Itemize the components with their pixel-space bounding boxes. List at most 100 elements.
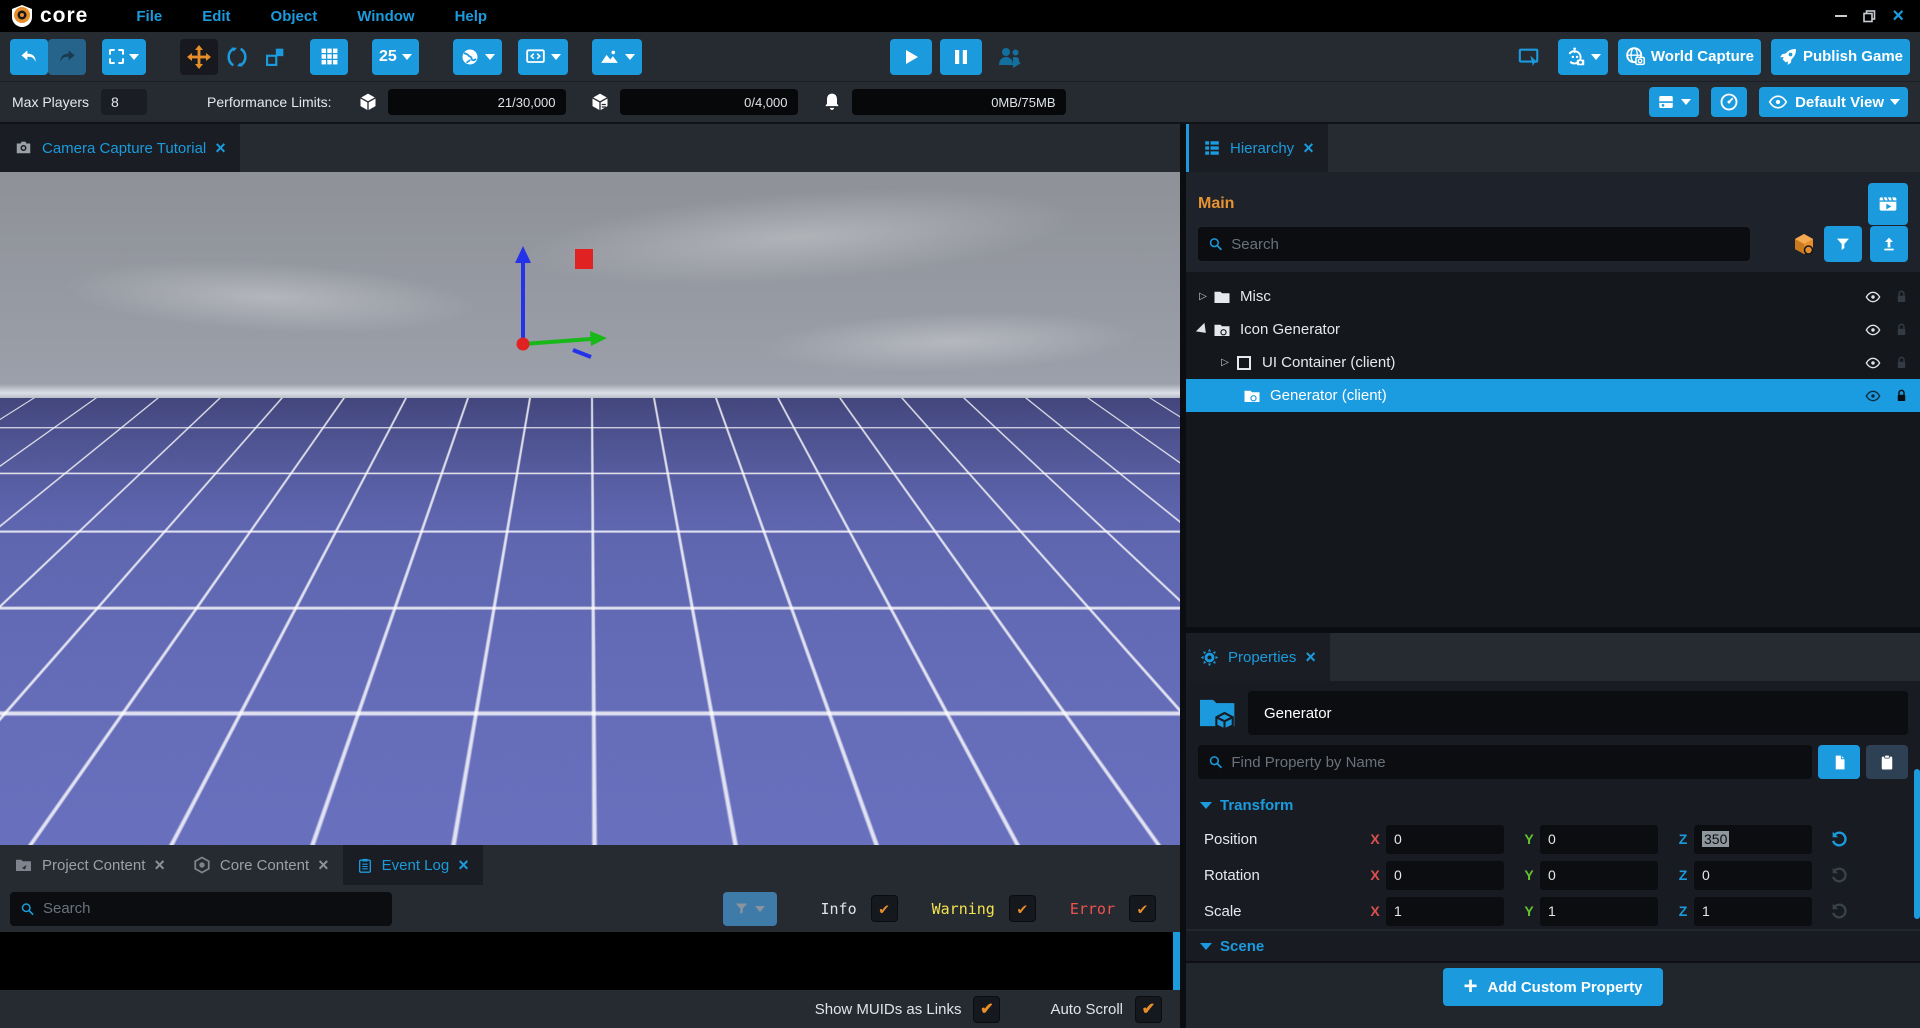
tab-hierarchy[interactable]: Hierarchy × [1189, 124, 1328, 172]
world-capture-button[interactable]: World Capture [1618, 39, 1761, 75]
transform-gizmo[interactable] [455, 232, 675, 372]
screen-share-button[interactable] [1510, 39, 1548, 75]
selected-object-marker[interactable] [575, 249, 593, 269]
gizmo-y-axis[interactable] [573, 350, 591, 357]
rotate-tool-button[interactable] [218, 39, 256, 75]
menu-object[interactable]: Object [271, 8, 318, 25]
position-z-field[interactable]: 350 [1694, 825, 1812, 854]
show-muids-checkbox[interactable]: ✔ [973, 996, 1000, 1023]
tree-item-misc[interactable]: ▷ Misc [1186, 280, 1920, 313]
menu-window[interactable]: Window [357, 8, 414, 25]
hierarchy-filter-button[interactable] [1824, 226, 1862, 262]
paste-properties-button[interactable] [1866, 745, 1908, 779]
rotation-x-field[interactable]: 0 [1386, 861, 1504, 890]
multiplayer-preview-button[interactable] [990, 39, 1030, 75]
position-y-field[interactable]: 0 [1540, 825, 1658, 854]
filter-warning-checkbox[interactable]: ✔ [1009, 895, 1036, 922]
move-tool-button[interactable] [180, 39, 218, 75]
reset-rotation-button[interactable] [1826, 866, 1852, 884]
tree-item-icon-generator[interactable]: Icon Generator [1186, 313, 1920, 346]
viewport-3d[interactable] [0, 172, 1180, 845]
rotation-y-field[interactable]: 0 [1540, 861, 1658, 890]
tab-project-content[interactable]: Project Content × [0, 845, 179, 885]
scale-z-field[interactable]: 1 [1694, 897, 1812, 926]
close-tab-icon[interactable]: × [318, 855, 329, 876]
log-scrollbar[interactable] [1173, 932, 1180, 990]
camera-capture-dropdown[interactable] [1558, 39, 1608, 75]
hierarchy-search-input[interactable] [1231, 236, 1740, 253]
networked-cube-icon[interactable] [1792, 232, 1816, 256]
add-custom-property-button[interactable]: + Add Custom Property [1443, 968, 1662, 1006]
event-log-search-input[interactable] [43, 900, 382, 917]
tab-properties[interactable]: Properties × [1186, 633, 1330, 681]
scale-y-field[interactable]: 1 [1540, 897, 1658, 926]
lock-icon[interactable] [1888, 322, 1914, 338]
tree-item-generator-selected[interactable]: Generator (client) [1186, 379, 1920, 412]
lock-icon[interactable] [1888, 355, 1914, 371]
minimize-icon[interactable] [1835, 15, 1847, 17]
visibility-eye-icon[interactable] [1858, 289, 1888, 305]
filter-error-checkbox[interactable]: ✔ [1129, 895, 1156, 922]
redo-button[interactable] [48, 39, 86, 75]
find-property-search[interactable] [1198, 745, 1812, 779]
close-tab-icon[interactable]: × [458, 855, 469, 876]
expand-collapsed-icon[interactable]: ▷ [1218, 357, 1232, 368]
scale-x-field[interactable]: 1 [1386, 897, 1504, 926]
play-button[interactable] [890, 39, 932, 75]
copy-properties-button[interactable] [1818, 745, 1860, 779]
gizmo-origin[interactable] [517, 338, 530, 351]
pause-button[interactable] [940, 39, 982, 75]
visibility-eye-icon[interactable] [1858, 322, 1888, 338]
terrain-dropdown[interactable] [592, 39, 642, 75]
restore-icon[interactable] [1863, 10, 1876, 23]
save-dropdown[interactable] [1649, 87, 1699, 117]
close-tab-icon[interactable]: × [1303, 138, 1314, 159]
snap-mode-dropdown[interactable] [102, 39, 146, 75]
scale-tool-button[interactable] [256, 39, 294, 75]
properties-scrollbar[interactable] [1914, 769, 1920, 919]
auto-scroll-checkbox[interactable]: ✔ [1135, 996, 1162, 1023]
log-filter-dropdown[interactable] [723, 892, 777, 926]
visibility-eye-icon[interactable] [1858, 355, 1888, 371]
tab-core-content[interactable]: Core Content × [179, 845, 343, 885]
grid-size-dropdown[interactable]: 25 [372, 39, 419, 75]
event-log-search[interactable] [10, 892, 392, 926]
performance-gauge-button[interactable] [1711, 87, 1747, 117]
tree-item-ui-container[interactable]: ▷ UI Container (client) [1186, 346, 1920, 379]
position-x-field[interactable]: 0 [1386, 825, 1504, 854]
filter-info-checkbox[interactable]: ✔ [871, 895, 898, 922]
reset-position-button[interactable] [1826, 830, 1852, 848]
visibility-eye-icon[interactable] [1858, 388, 1888, 404]
find-property-input[interactable] [1231, 754, 1802, 771]
max-players-field[interactable]: 8 [101, 89, 147, 115]
close-tab-icon[interactable]: × [1305, 647, 1316, 668]
event-log-output[interactable] [0, 932, 1180, 990]
menu-help[interactable]: Help [455, 8, 488, 25]
object-name-field[interactable]: Generator [1248, 691, 1908, 735]
expand-expanded-icon[interactable] [1196, 326, 1210, 334]
menu-edit[interactable]: Edit [202, 8, 230, 25]
grid-snap-button[interactable] [310, 39, 348, 75]
lock-icon[interactable] [1888, 289, 1914, 305]
publish-game-button[interactable]: Publish Game [1771, 39, 1910, 75]
default-view-dropdown[interactable]: Default View [1759, 87, 1908, 117]
hierarchy-collapse-button[interactable] [1870, 226, 1908, 262]
lock-icon[interactable] [1888, 388, 1914, 404]
close-tab-icon[interactable]: × [154, 855, 165, 876]
scene-section-header[interactable]: Scene [1186, 929, 1920, 963]
tab-camera-capture-tutorial[interactable]: Camera Capture Tutorial × [0, 124, 240, 172]
reset-scale-button[interactable] [1826, 902, 1852, 920]
screen-mode-dropdown[interactable] [518, 39, 568, 75]
scene-capture-button[interactable] [1868, 183, 1908, 225]
close-tab-icon[interactable]: × [215, 138, 226, 159]
rotation-z-field[interactable]: 0 [1694, 861, 1812, 890]
menu-file[interactable]: File [136, 8, 162, 25]
tab-event-log[interactable]: Event Log × [343, 845, 483, 885]
undo-button[interactable] [10, 39, 48, 75]
gizmo-x-axis[interactable] [523, 339, 591, 344]
transform-section-header[interactable]: Transform [1186, 789, 1920, 821]
world-settings-dropdown[interactable] [453, 39, 502, 75]
hierarchy-search[interactable] [1198, 227, 1750, 261]
close-icon[interactable]: × [1892, 6, 1904, 26]
expand-collapsed-icon[interactable]: ▷ [1196, 291, 1210, 302]
